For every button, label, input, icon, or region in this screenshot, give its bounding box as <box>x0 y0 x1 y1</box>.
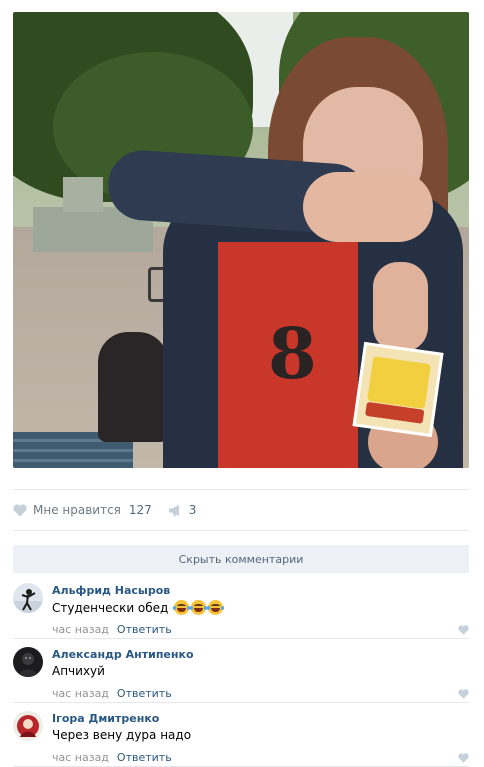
comment-time[interactable]: час назад <box>52 751 109 764</box>
reply-button[interactable]: Ответить <box>117 751 172 764</box>
laughing-tears-emoji-icon <box>190 600 208 615</box>
photo-backpack <box>98 332 168 442</box>
comment-author[interactable]: Ігора Дмитренко <box>52 712 159 725</box>
comment-item: Александр Антипенко Апчихуй час назад Отв… <box>13 647 469 707</box>
comment-item: Альфрид Насыров Студенчески обед час наз… <box>13 583 469 643</box>
hide-comments-label: Скрыть комментарии <box>178 552 304 566</box>
laughing-tears-emoji-icon <box>173 600 191 615</box>
laughing-tears-emoji-icon <box>207 600 225 615</box>
comment-item: Ігора Дмитренко Через вену дура надо час… <box>13 711 469 767</box>
avatar-image <box>13 711 43 741</box>
like-button[interactable]: Мне нравится 127 <box>13 503 152 517</box>
heart-icon[interactable] <box>458 625 469 635</box>
divider <box>13 702 469 703</box>
comment-meta: час назад Ответить <box>52 687 172 700</box>
comment-time[interactable]: час назад <box>52 623 109 636</box>
comment-meta: час назад Ответить <box>52 623 172 636</box>
post-photo[interactable]: 8 <box>13 12 469 468</box>
avatar-image <box>13 583 43 613</box>
photo-shirt-print: 8 <box>268 312 317 395</box>
divider <box>13 530 469 531</box>
photo-box <box>63 177 103 212</box>
comment-time[interactable]: час назад <box>52 687 109 700</box>
avatar[interactable] <box>13 647 43 677</box>
heart-icon[interactable] <box>458 753 469 763</box>
avatar-image <box>13 647 43 677</box>
comment-text: Студенчески обед <box>52 600 225 615</box>
like-count: 127 <box>128 503 152 517</box>
avatar[interactable] <box>13 583 43 613</box>
packet-window <box>367 356 431 409</box>
megaphone-icon <box>168 504 179 516</box>
heart-icon[interactable] <box>458 689 469 699</box>
photo-hand <box>303 172 433 242</box>
photo-seasoning-packet <box>352 341 444 438</box>
photo-hand <box>373 262 428 352</box>
comment-text: Апчихуй <box>52 664 105 678</box>
hide-comments-button[interactable]: Скрыть комментарии <box>13 545 469 573</box>
emoji-group <box>172 600 225 615</box>
like-label: Мне нравится <box>33 503 121 517</box>
share-count: 3 <box>188 503 197 517</box>
reply-button[interactable]: Ответить <box>117 623 172 636</box>
divider <box>13 638 469 639</box>
comment-meta: час назад Ответить <box>52 751 172 764</box>
comment-text: Через вену дура надо <box>52 728 192 742</box>
comment-author[interactable]: Александр Антипенко <box>52 648 194 661</box>
post-actions: Мне нравится 127 3 <box>13 500 196 520</box>
comment-author[interactable]: Альфрид Насыров <box>52 584 170 597</box>
heart-icon <box>13 503 27 516</box>
share-button[interactable]: 3 <box>168 503 197 517</box>
comment-text-body: Студенчески обед <box>52 600 169 615</box>
reply-button[interactable]: Ответить <box>117 687 172 700</box>
divider <box>13 489 469 490</box>
avatar[interactable] <box>13 711 43 741</box>
